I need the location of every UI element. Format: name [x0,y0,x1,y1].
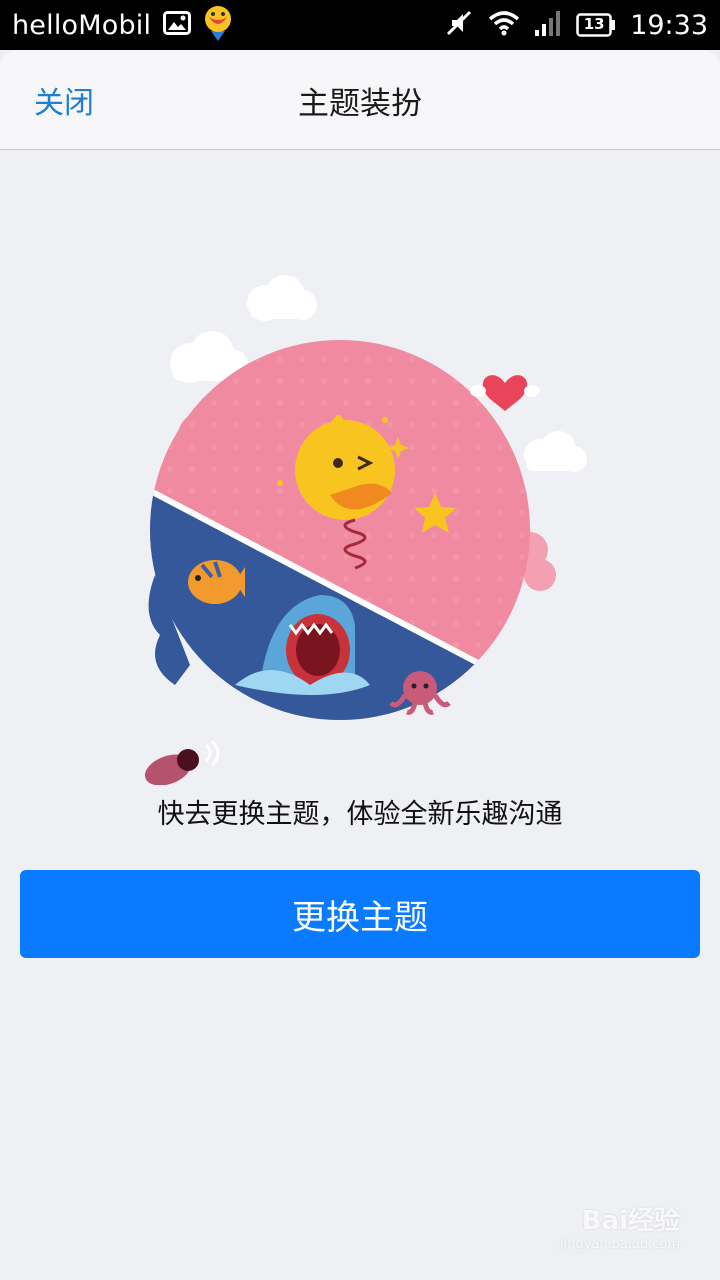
page-title: 主题装扮 [298,86,422,122]
qq-notification-icon [203,5,233,45]
watermark-url: jingyan.baidu.com [560,1237,680,1252]
battery-icon: 13 [576,13,616,37]
nav-bar: 关闭 主题装扮 [0,50,720,150]
notification-app-name: helloMobil [12,9,152,41]
status-bar: helloMobil 13 19:33 [0,0,720,50]
theme-illustration [144,275,587,785]
watermark: Bai经验 jingyan.baidu.com [560,1200,680,1252]
signal-icon [534,10,562,40]
change-theme-button[interactable]: 更换主题 [20,870,700,958]
gallery-icon [163,11,192,39]
wifi-icon [488,10,520,40]
shell-icon [144,739,220,785]
battery-level: 13 [583,15,605,33]
theme-tagline: 快去更换主题，体验全新乐趣沟通 [157,799,563,830]
mute-icon [444,8,474,42]
clock: 19:33 [630,9,708,41]
theme-sheet: 关闭 主题装扮 快去更换主题，体验全新乐趣沟通 更换主题 Bai经验 jingy… [0,50,720,1280]
watermark-brand: Bai经验 [581,1206,680,1236]
